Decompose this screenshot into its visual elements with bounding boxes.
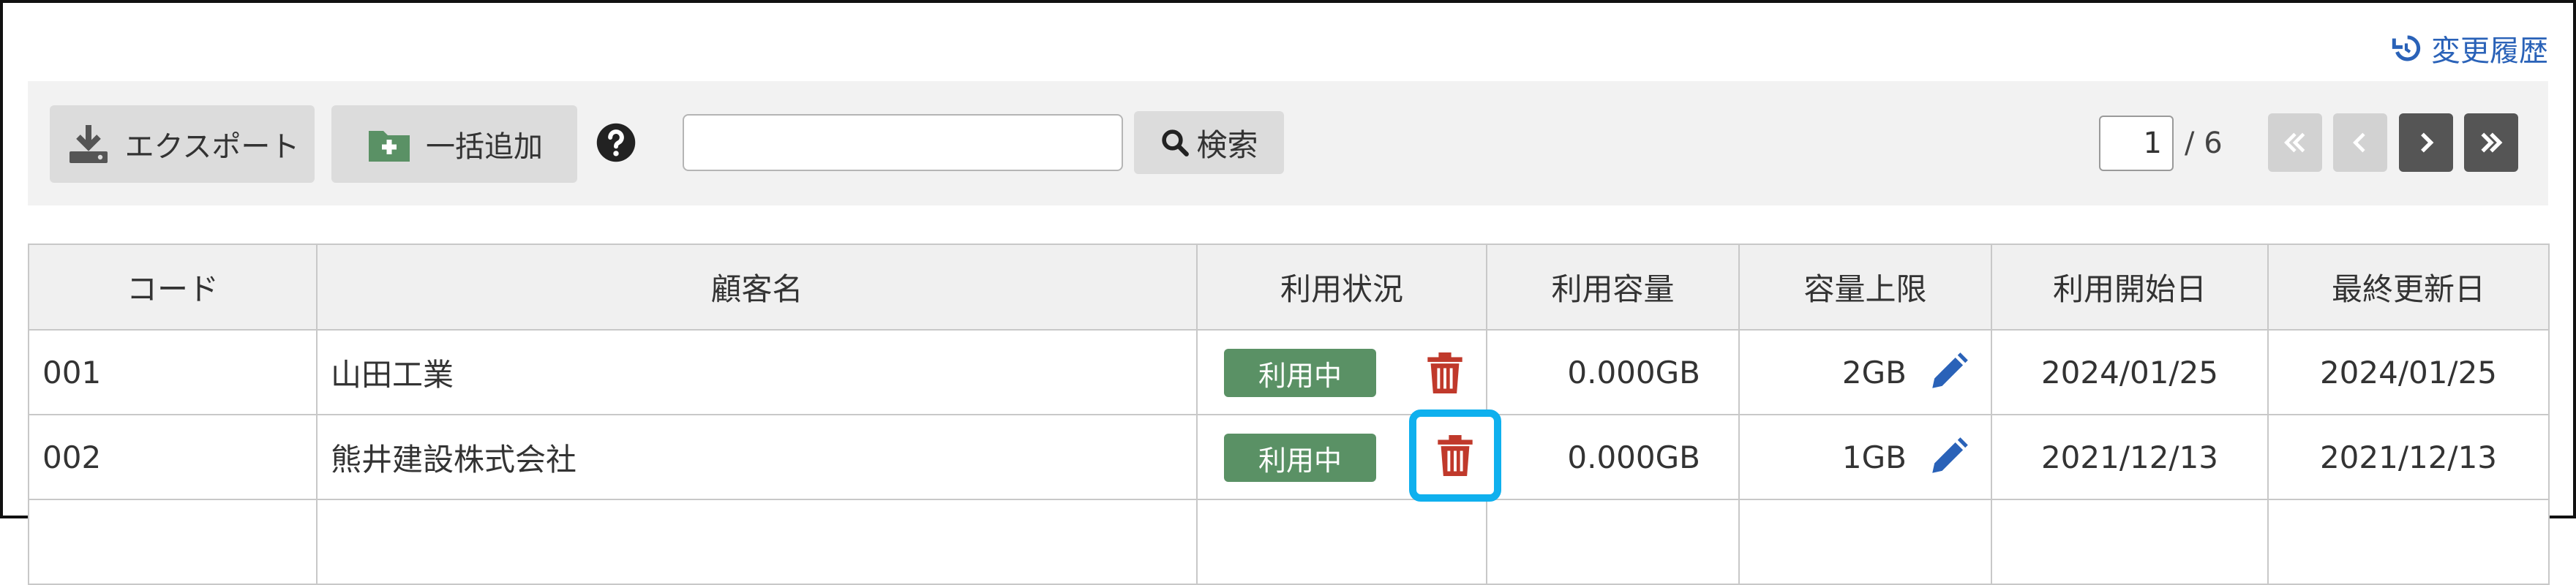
cell-code: 002	[28, 414, 318, 500]
question-circle-icon[interactable]	[596, 122, 637, 163]
cell-last-updated: 2021/12/13	[2267, 414, 2550, 500]
cell-status: 利用中	[1196, 410, 1501, 502]
change-history-link[interactable]: 変更履歴	[2392, 28, 2548, 69]
table-row[interactable]: 002 熊井建設株式会社 利用中 0.000GB 1GB 2021/12/13 …	[28, 410, 2550, 502]
table-row[interactable]: 001 山田工業 利用中 0.000GB 2GB 2024/01/25 2024…	[28, 329, 2550, 415]
change-history-label: 変更履歴	[2431, 34, 2548, 68]
bulk-add-label: 一括追加	[426, 130, 543, 164]
first-page-button[interactable]	[2268, 113, 2322, 172]
cell-start-date: 2021/12/13	[1991, 414, 2269, 500]
column-header-start-date[interactable]: 利用開始日	[1991, 244, 2269, 331]
search-button[interactable]: 検索	[1134, 111, 1284, 174]
trash-icon	[1427, 352, 1462, 393]
status-badge: 利用中	[1224, 434, 1376, 482]
search-input[interactable]	[683, 114, 1123, 171]
double-chevron-right-icon	[2481, 132, 2503, 153]
search-icon	[1162, 129, 1190, 156]
next-page-button[interactable]	[2399, 113, 2453, 172]
folder-plus-icon	[369, 131, 410, 162]
export-button[interactable]: エクスポート	[50, 105, 315, 183]
cell-last-updated: 2024/01/25	[2267, 329, 2550, 415]
cell-usage: 0.000GB	[1486, 329, 1740, 415]
history-icon	[2392, 35, 2421, 61]
download-icon	[69, 125, 108, 163]
current-page-input[interactable]	[2099, 116, 2174, 171]
page-total: / 6	[2185, 127, 2223, 160]
cell-status: 利用中	[1196, 329, 1487, 415]
column-header-usage[interactable]: 利用容量	[1486, 244, 1740, 331]
prev-page-button[interactable]	[2333, 113, 2387, 172]
last-page-button[interactable]	[2464, 113, 2518, 172]
delete-button-highlighted[interactable]	[1409, 410, 1501, 502]
table-row-partial	[28, 499, 2550, 585]
column-header-capacity-limit[interactable]: 容量上限	[1738, 244, 1992, 331]
capacity-limit-value: 1GB	[1841, 439, 1907, 475]
table-header-row: コード 顧客名 利用状況 利用容量 容量上限 利用開始日 最終更新日	[28, 244, 2550, 331]
column-header-customer-name[interactable]: 顧客名	[316, 244, 1198, 331]
column-header-status[interactable]: 利用状況	[1196, 244, 1487, 331]
chevron-left-icon	[2353, 132, 2365, 153]
trash-icon	[1438, 435, 1473, 476]
column-header-last-updated[interactable]: 最終更新日	[2267, 244, 2550, 331]
chevron-right-icon	[2421, 132, 2434, 153]
status-badge: 利用中	[1224, 349, 1376, 397]
capacity-limit-value: 2GB	[1841, 354, 1907, 390]
cell-usage: 0.000GB	[1486, 414, 1740, 500]
export-label: エクスポート	[124, 130, 300, 164]
double-chevron-left-icon	[2284, 132, 2305, 153]
bulk-add-button[interactable]: 一括追加	[331, 105, 577, 183]
delete-button[interactable]	[1422, 350, 1468, 396]
toolbar: エクスポート 一括追加 検索 / 6	[28, 81, 2548, 205]
customer-table: コード 顧客名 利用状況 利用容量 容量上限 利用開始日 最終更新日 001 山…	[28, 244, 2550, 585]
cell-start-date: 2024/01/25	[1991, 329, 2269, 415]
cell-customer-name: 熊井建設株式会社	[316, 414, 1198, 500]
pencil-icon[interactable]	[1927, 351, 1969, 393]
cell-capacity-limit: 1GB	[1738, 414, 1992, 500]
column-header-code[interactable]: コード	[28, 244, 318, 331]
cell-code: 001	[28, 329, 318, 415]
search-label: 検索	[1196, 127, 1258, 163]
cell-customer-name: 山田工業	[316, 329, 1198, 415]
pencil-icon[interactable]	[1927, 436, 1969, 478]
cell-capacity-limit: 2GB	[1738, 329, 1992, 415]
